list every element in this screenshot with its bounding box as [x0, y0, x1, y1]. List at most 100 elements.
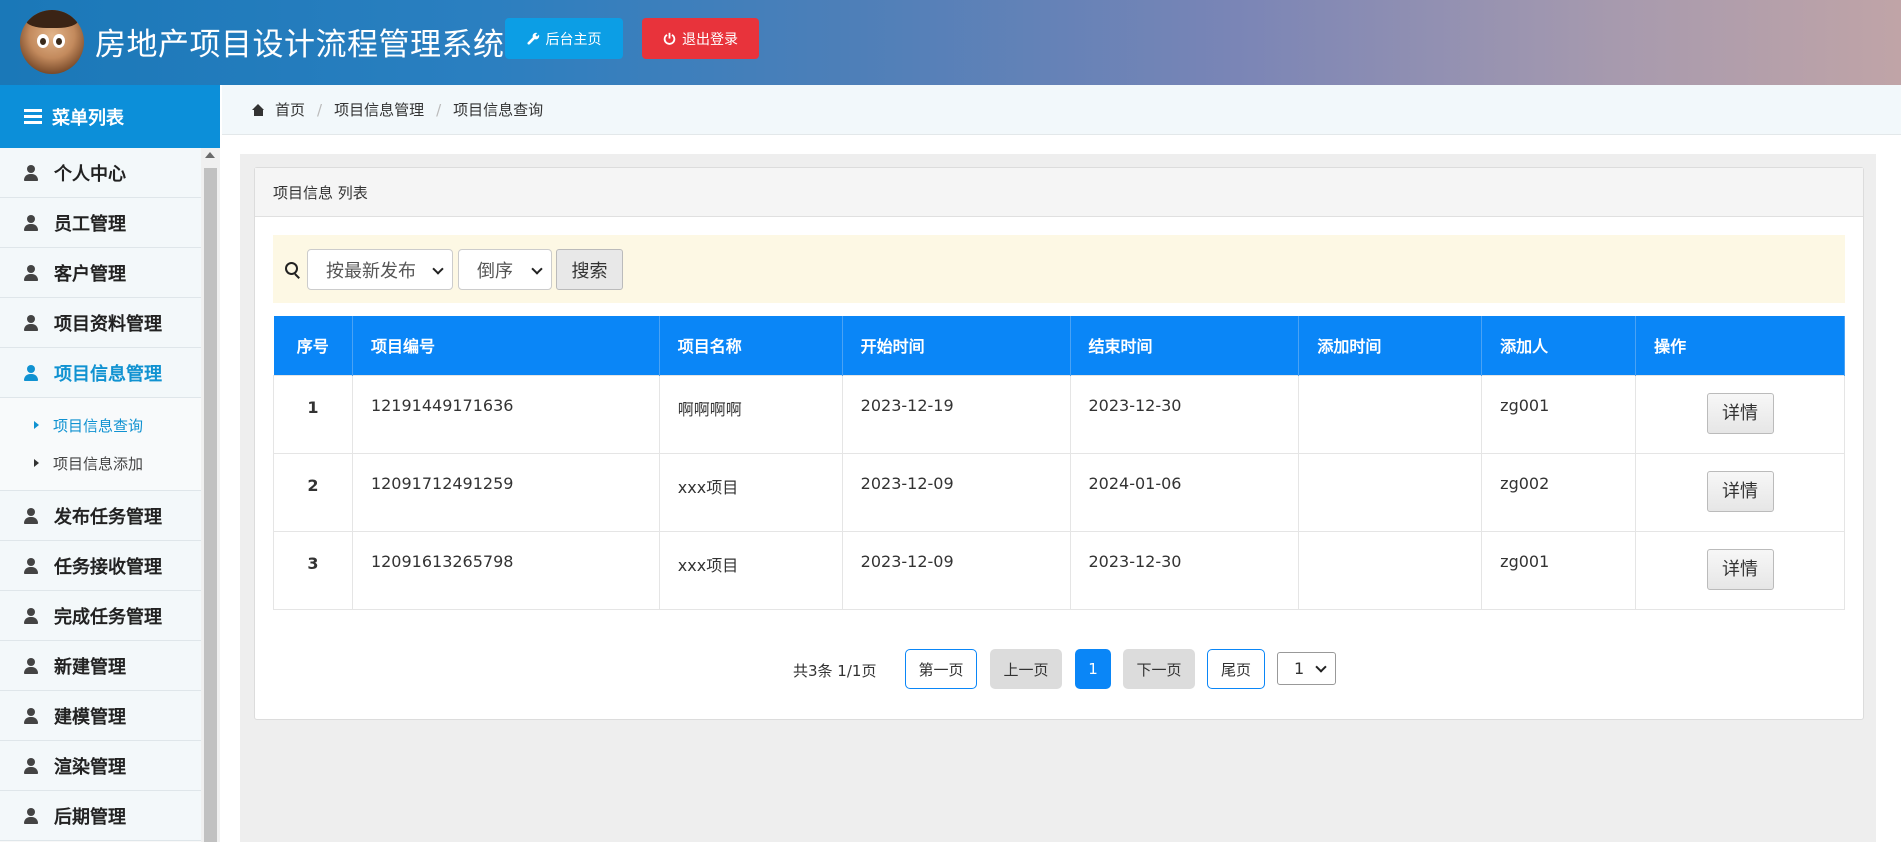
table-row: 2 12091712491259 xxx项目 2023-12-09 2024-0…: [273, 452, 1845, 532]
detail-button[interactable]: 详情: [1706, 392, 1774, 434]
cell-no: 3: [273, 530, 353, 610]
chevron-down-icon: [432, 263, 444, 275]
user-icon: [24, 707, 38, 724]
sidebar-scrollbar[interactable]: [201, 148, 220, 842]
sidebar-item-label: 客户管理: [54, 263, 126, 285]
sidebar-item-label: 项目信息管理: [54, 363, 162, 385]
caret-right-icon: [34, 459, 39, 467]
project-table: 序号 项目编号 项目名称 开始时间 结束时间 添加时间 添加人 操作 1 121…: [273, 316, 1845, 610]
caret-right-icon: [34, 421, 39, 429]
sidebar-item-label: 后期管理: [54, 806, 126, 828]
cell-code: 12091613265798: [351, 530, 660, 610]
sidebar-item-customer[interactable]: 客户管理: [0, 248, 201, 298]
cell-action: 详情: [1635, 530, 1845, 610]
breadcrumb-separator: /: [317, 100, 323, 119]
sidebar-item-label: 员工管理: [54, 213, 126, 235]
column-header-code: 项目编号: [352, 316, 660, 375]
sidebar-subitem-label: 项目信息添加: [53, 454, 144, 473]
scroll-up-arrow-icon[interactable]: [205, 152, 215, 158]
user-icon: [24, 757, 38, 774]
sidebar-subitem-project-query[interactable]: 项目信息查询: [0, 406, 201, 444]
app-title: 房地产项目设计流程管理系统: [95, 27, 505, 63]
detail-button[interactable]: 详情: [1706, 470, 1774, 512]
sidebar-item-complete-task[interactable]: 完成任务管理: [0, 591, 201, 641]
cell-no: 1: [273, 374, 353, 454]
cell-added: [1298, 452, 1483, 532]
user-icon: [24, 507, 38, 524]
breadcrumb-project-info[interactable]: 项目信息管理: [334, 99, 424, 120]
logo-avatar: [20, 10, 84, 74]
chevron-down-icon: [1315, 661, 1327, 673]
cell-code: 12191449171636: [351, 374, 660, 454]
last-page-button[interactable]: 尾页: [1207, 649, 1265, 689]
cell-no: 2: [273, 452, 353, 532]
column-header-added: 添加时间: [1298, 316, 1483, 375]
sidebar-item-new-build[interactable]: 新建管理: [0, 641, 201, 691]
order-select[interactable]: 倒序: [458, 249, 552, 290]
cell-start: 2023-12-09: [841, 530, 1071, 610]
sidebar-item-receive-task[interactable]: 任务接收管理: [0, 541, 201, 591]
logout-label: 退出登录: [682, 31, 738, 48]
menu-list: 个人中心 员工管理 客户管理 项目资料管理 项目信息管理 项目信息查询 项目信息…: [0, 148, 201, 842]
search-icon: [285, 262, 299, 276]
user-icon: [24, 607, 38, 624]
admin-home-label: 后台主页: [545, 31, 602, 48]
sort-select[interactable]: 按最新发布: [307, 249, 453, 290]
sidebar-item-modeling[interactable]: 建模管理: [0, 691, 201, 741]
cell-name: xxx项目: [658, 530, 843, 610]
top-header: 房地产项目设计流程管理系统 后台主页 退出登录: [0, 0, 1901, 85]
logout-button[interactable]: 退出登录: [642, 18, 759, 59]
column-header-name: 项目名称: [659, 316, 843, 375]
detail-button[interactable]: 详情: [1706, 548, 1774, 590]
admin-home-button[interactable]: 后台主页: [505, 18, 623, 59]
sidebar: 菜单列表 个人中心 员工管理 客户管理 项目资料管理 项目信息管理 项目信息查询: [0, 85, 220, 842]
breadcrumb-home[interactable]: 首页: [275, 99, 305, 120]
sidebar-item-post-production[interactable]: 后期管理: [0, 791, 201, 841]
sidebar-item-rendering[interactable]: 渲染管理: [0, 741, 201, 791]
search-bar: 按最新发布 倒序 搜索: [273, 235, 1845, 303]
cell-end: 2024-01-06: [1069, 452, 1300, 532]
menu-title: 菜单列表: [52, 107, 124, 129]
sidebar-item-publish-task[interactable]: 发布任务管理: [0, 491, 201, 541]
cell-added: [1298, 374, 1483, 454]
cell-end: 2023-12-30: [1069, 530, 1300, 610]
column-header-action: 操作: [1635, 316, 1845, 375]
cell-by: zg001: [1481, 374, 1637, 454]
table-row: 3 12091613265798 xxx项目 2023-12-09 2023-1…: [273, 530, 1845, 610]
current-page-button[interactable]: 1: [1075, 649, 1111, 689]
panel-title: 项目信息 列表: [255, 168, 1863, 217]
column-header-by: 添加人: [1481, 316, 1637, 375]
sidebar-item-employee[interactable]: 员工管理: [0, 198, 201, 248]
search-button[interactable]: 搜索: [556, 249, 623, 290]
scroll-thumb[interactable]: [204, 168, 217, 842]
sidebar-item-label: 渲染管理: [54, 756, 126, 778]
cell-name: xxx项目: [658, 452, 843, 532]
page-select[interactable]: 1: [1277, 652, 1336, 685]
column-header-no: 序号: [273, 316, 353, 375]
cell-start: 2023-12-09: [841, 452, 1071, 532]
power-icon: [663, 32, 676, 45]
sidebar-item-project-info[interactable]: 项目信息管理: [0, 348, 201, 398]
page-select-value: 1: [1294, 659, 1305, 678]
user-icon: [24, 557, 38, 574]
user-icon: [24, 264, 38, 281]
breadcrumb-current: 项目信息查询: [453, 101, 544, 119]
sidebar-item-personal-center[interactable]: 个人中心: [0, 148, 201, 198]
user-icon: [24, 314, 38, 331]
cell-action: 详情: [1635, 452, 1845, 532]
sidebar-subitem-project-add[interactable]: 项目信息添加: [0, 444, 201, 482]
home-icon: [252, 103, 265, 116]
prev-page-button[interactable]: 上一页: [990, 649, 1062, 689]
column-header-end: 结束时间: [1070, 316, 1300, 375]
cell-start: 2023-12-19: [841, 374, 1071, 454]
sidebar-item-project-materials[interactable]: 项目资料管理: [0, 298, 201, 348]
sidebar-subitem-label: 项目信息查询: [53, 416, 144, 435]
breadcrumb-separator: /: [436, 100, 442, 119]
order-select-value: 倒序: [477, 260, 513, 282]
next-page-button[interactable]: 下一页: [1123, 649, 1195, 689]
pagination-info: 共3条 1/1页: [793, 662, 877, 680]
sidebar-item-label: 完成任务管理: [54, 606, 162, 628]
cell-by: zg001: [1481, 530, 1637, 610]
first-page-button[interactable]: 第一页: [905, 649, 977, 689]
cell-name: 啊啊啊啊: [658, 374, 843, 454]
